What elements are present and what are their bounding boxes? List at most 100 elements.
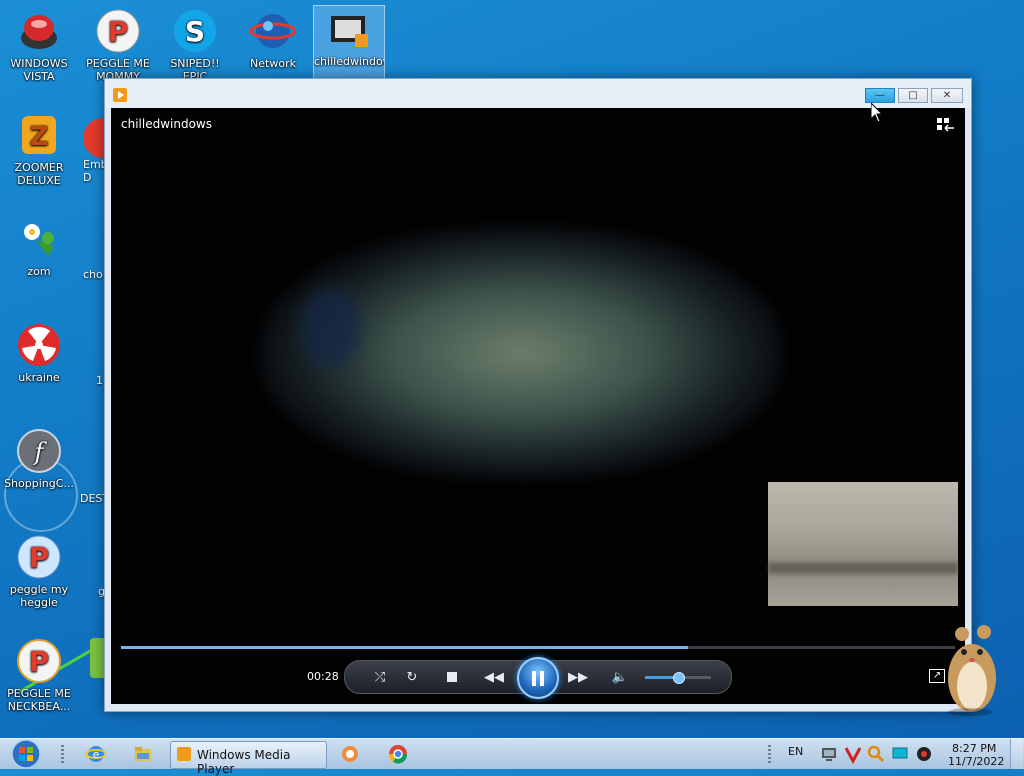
pause-icon (532, 670, 544, 686)
svg-text:P: P (108, 15, 129, 48)
stop-icon (447, 672, 457, 682)
desktop-icon-partial-cho[interactable]: cho (83, 268, 103, 281)
close-button[interactable]: ✕ (931, 88, 963, 103)
volume-slider[interactable] (645, 672, 711, 684)
rewind-icon: ◀◀ (484, 669, 504, 685)
desktop-icon-peggle-my-heggle[interactable]: P peggle my heggle (4, 534, 74, 609)
desktop-icon-sniped[interactable]: S SNIPED!! EPIC GAMER360 (160, 8, 230, 84)
video-inset-frame (768, 482, 958, 606)
start-button[interactable] (8, 739, 44, 769)
close-icon: ✕ (942, 90, 952, 101)
peggle-icon-partial (83, 118, 105, 158)
video-frame-shadow (301, 288, 361, 368)
desktop-icon-peggle-me-neckbea[interactable]: P PEGGLE ME NECKBEA... (4, 638, 74, 713)
app-icon-flower[interactable] (340, 744, 360, 764)
desktop-icon-ukraine[interactable]: ukraine (4, 322, 74, 384)
desktop-icon-partial-dest[interactable]: DEST (80, 492, 104, 505)
repeat-button[interactable]: ↻ (401, 667, 423, 687)
svg-text:e: e (93, 748, 100, 761)
next-button[interactable]: ▶▶ (567, 667, 589, 687)
volume-slider-handle[interactable] (673, 672, 685, 684)
desktop-icon-label: ShoppingC... (4, 477, 74, 490)
network-globe-icon (250, 14, 296, 48)
tray-grip (768, 745, 771, 763)
minimize-button[interactable]: — (865, 88, 895, 103)
window-titlebar[interactable]: — □ ✕ (105, 79, 971, 108)
desktop-icon-label: WINDOWS VISTA (10, 57, 68, 83)
minimize-icon: — (875, 90, 885, 101)
desktop-icon-label: peggle my heggle (9, 583, 69, 609)
svg-text:Z: Z (30, 122, 49, 152)
peggle-icon: P (96, 9, 140, 53)
desktop-icon-label: ZOOMER DELUXE (14, 161, 64, 187)
internet-explorer-icon[interactable]: e (86, 744, 106, 764)
svg-text:P: P (29, 541, 50, 574)
desktop-icon-partial-embed[interactable]: Emb D (83, 118, 105, 190)
desktop-icon-label: 1 (96, 374, 103, 387)
video-file-icon (331, 16, 368, 47)
elapsed-time: 00:28 (307, 670, 339, 683)
seek-bar[interactable] (121, 646, 955, 649)
language-indicator[interactable]: EN (788, 745, 803, 758)
desktop-icon-zom[interactable]: zom (4, 216, 74, 278)
desktop-icon-label: PEGGLE ME NECKBEA... (7, 687, 71, 713)
zoomer-icon: Z (22, 116, 56, 154)
tray-search-icon[interactable] (866, 744, 886, 764)
svg-text:S: S (185, 15, 205, 48)
media-player-icon[interactable] (113, 88, 127, 102)
tray-antivirus-icon[interactable] (843, 744, 863, 764)
desktop-icon-peggle-me-mommy[interactable]: P PEGGLE ME MOMMY (83, 8, 153, 84)
taskbar-grip (61, 745, 64, 763)
file-explorer-icon[interactable] (133, 744, 153, 764)
tray-network-icon[interactable] (819, 744, 839, 764)
desktop-icon-windows-vista[interactable]: WINDOWS VISTA (4, 8, 74, 83)
tray-record-icon[interactable] (914, 744, 934, 764)
desktop-icon-label: zom (27, 265, 51, 278)
stop-button[interactable] (441, 667, 463, 687)
seek-bar-progress (121, 646, 689, 649)
maximize-icon: □ (908, 90, 918, 101)
radiation-icon (18, 324, 60, 366)
switch-to-library-icon[interactable] (937, 118, 955, 132)
skype-icon: S (174, 10, 216, 52)
playback-controls: ⤮ ↻ ◀◀ ▶▶ 🔈 (344, 657, 732, 699)
desktop-icon-chilledwindows-mp4[interactable]: chilledwindows.mp4 (313, 5, 385, 83)
repeat-icon: ↻ (406, 669, 418, 685)
previous-button[interactable]: ◀◀ (483, 667, 505, 687)
flower-icon (24, 224, 54, 256)
media-player-icon (177, 747, 191, 761)
peggle-icon: P (17, 535, 61, 579)
desktop-icon-partial-1[interactable]: 1 (96, 374, 103, 387)
taskbar-button-windows-media-player[interactable]: Windows Media Player (170, 741, 327, 776)
chrome-icon[interactable] (388, 744, 408, 764)
desktop-icon-shoppingc[interactable]: f ShoppingC... (4, 428, 74, 490)
desktop-icon-label: chilledwindows.mp4 (314, 55, 384, 68)
media-player-window[interactable]: — □ ✕ chilledwindows 00:28 ⤮ ↻ ◀◀ ▶▶ 🔈 ↗ (104, 78, 972, 712)
mouse-cursor-icon (871, 103, 883, 123)
peggle-icon: P (17, 639, 61, 683)
desktop-icon-label: DEST (80, 492, 104, 505)
tray-display-icon[interactable] (890, 744, 910, 764)
show-desktop-button[interactable] (1010, 739, 1023, 769)
desktop-icon-label: ukraine (18, 371, 60, 384)
fast-forward-icon: ▶▶ (568, 669, 588, 685)
flash-icon: f (17, 429, 61, 473)
video-title: chilledwindows (121, 117, 212, 131)
svg-text:P: P (29, 645, 50, 678)
pause-button[interactable] (517, 657, 559, 699)
maximize-button[interactable]: □ (898, 88, 928, 103)
desktop-icon-zoomer-deluxe[interactable]: Z ZOOMER DELUXE (4, 112, 74, 187)
desktop-icon-label: cho (83, 268, 103, 281)
taskbar-button-label: Windows Media Player (197, 748, 291, 776)
clock-date[interactable]: 11/7/2022 (948, 755, 1004, 768)
hamster-desktop-pet[interactable] (940, 616, 1002, 716)
video-area[interactable]: chilledwindows 00:28 ⤮ ↻ ◀◀ ▶▶ 🔈 ↗ (111, 108, 965, 704)
taskbar: e Windows Media Player EN 8:27 PM 11/7/2… (0, 738, 1024, 776)
clock-time[interactable]: 8:27 PM (952, 742, 996, 755)
windows-vista-icon (21, 15, 57, 49)
shuffle-button[interactable]: ⤮ (369, 667, 391, 687)
speaker-icon: 🔈 (611, 669, 629, 685)
desktop-icon-network[interactable]: Network (238, 8, 308, 70)
mute-button[interactable]: 🔈 (609, 667, 631, 687)
desktop-icon-label: Emb D (83, 158, 105, 184)
